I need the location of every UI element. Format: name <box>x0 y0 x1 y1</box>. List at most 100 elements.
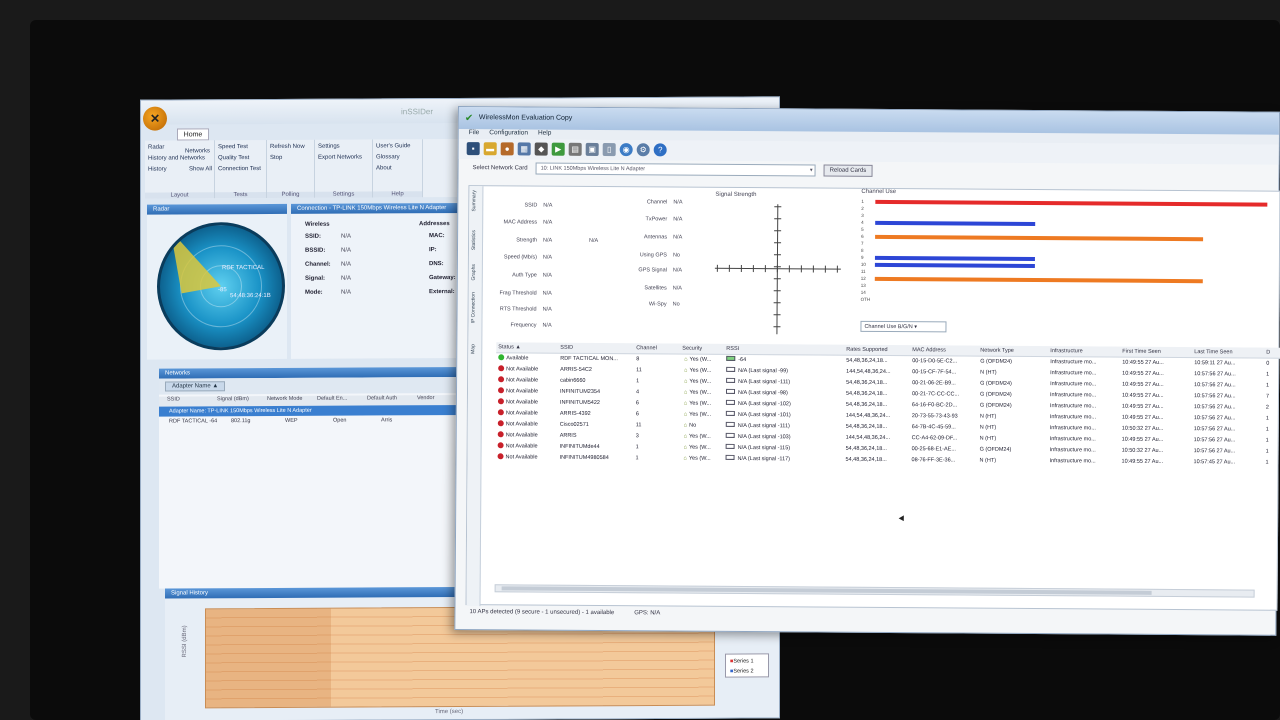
print-icon[interactable]: ▣ <box>585 142 599 156</box>
cell-rssi: N/A (Last signal -111) <box>724 421 844 433</box>
lock-icon: ⌂ <box>683 411 688 418</box>
ribbon-glossary[interactable]: Glossary <box>376 152 419 163</box>
network-icon[interactable]: ▦ <box>517 142 531 156</box>
cell-last-seen: 10:57:56 27 Au... <box>1192 435 1264 447</box>
cell-status-text: Not Available <box>506 377 539 384</box>
cell-extra-text: 1 <box>1266 382 1270 389</box>
cell-infrastructure: Infrastructure mo... <box>1048 434 1120 446</box>
col-rates[interactable]: Rates Supported <box>844 345 910 355</box>
history-legend: Series 1 Series 2 <box>725 653 769 678</box>
radar-ap-mac: 54:48:36:24:1B <box>230 292 271 300</box>
cell-network-type-text: G (OFDM24) <box>979 402 1012 409</box>
cell-channel: 3 <box>634 431 680 442</box>
wirelessmon-window: ✔ WirelessMon Evaluation Copy File Confi… <box>454 106 1280 636</box>
col-channel[interactable]: Channel <box>634 343 680 353</box>
col-mac[interactable]: MAC Address <box>910 345 978 355</box>
ribbon-show-all[interactable]: Show All <box>189 164 212 175</box>
cell-first-seen-text: 10:49:55 27 Au... <box>1122 359 1164 366</box>
menu-configuration[interactable]: Configuration <box>489 129 528 139</box>
ribbon-networks[interactable]: Networks <box>185 146 210 157</box>
col-signal[interactable]: Signal (dBm) <box>209 396 259 406</box>
copy-icon[interactable]: ▯ <box>602 143 616 157</box>
network-card-dropdown[interactable]: 10: LINK 150Mbps Wireless Lite N Adapter <box>535 162 816 177</box>
col-network-type[interactable]: Network Type <box>978 346 1048 356</box>
help-icon[interactable]: ? <box>653 143 667 157</box>
col-infrastructure[interactable]: Infrastructure <box>1048 346 1120 357</box>
cell-network-type: G (OFDM24) <box>978 357 1048 368</box>
ribbon-connection-test[interactable]: Connection Test <box>218 164 263 175</box>
ribbon-settings[interactable]: Settings <box>318 141 369 152</box>
cell-first-seen: 10:50:32 27 Au... <box>1120 424 1192 436</box>
cell-rssi: -64 <box>724 355 844 367</box>
col-network-mode[interactable]: Network Mode <box>259 396 309 406</box>
cell-rssi: N/A (Last signal -115) <box>724 443 844 455</box>
channel-number-label: 2 <box>861 205 864 211</box>
cell-mac-text: 08-76-FF-3E-36... <box>911 457 956 464</box>
ribbon-about[interactable]: About <box>376 163 419 174</box>
cell-network-type-text: G (OFDM24) <box>979 391 1012 398</box>
col-last-seen[interactable]: Last Time Seen <box>1192 347 1264 358</box>
summary-key: Wi-Spy <box>648 301 667 308</box>
summary-value: N/A <box>673 234 683 241</box>
cell-security-text: Yes (W... <box>688 455 711 462</box>
menu-help[interactable]: Help <box>538 130 551 140</box>
cell-first-seen-text: 10:49:55 27 Au... <box>1122 370 1164 377</box>
col-default-auth[interactable]: Default Auth <box>359 395 409 405</box>
table-row[interactable]: RDF TACTICAL -64 802.11g WEP Open Arris <box>159 415 471 427</box>
summary-value: N/A <box>672 267 683 274</box>
tools-icon[interactable]: ◆ <box>534 142 548 156</box>
app-orb-icon[interactable]: ✕ <box>143 106 167 131</box>
tab-map[interactable]: Map <box>470 344 480 354</box>
ribbon-refresh-now[interactable]: Refresh Now <box>270 142 311 153</box>
cell-last-seen-text: 10:57:56 27 Au... <box>1193 404 1236 411</box>
col-ssid[interactable]: SSID <box>558 343 634 354</box>
ribbon-stop[interactable]: Stop <box>270 153 311 164</box>
channel-use-dropdown[interactable]: Channel Use B/G/N ▾ <box>860 320 947 333</box>
ribbon-users-guide[interactable]: User's Guide <box>376 141 419 152</box>
settings-icon[interactable]: ⚙ <box>636 143 650 157</box>
play-icon[interactable]: ▶ <box>551 142 565 156</box>
cell-channel: 11 <box>634 420 680 431</box>
cell-rates: 54,48,36,24,18... <box>844 444 910 455</box>
cell-status: Not Available <box>496 452 558 463</box>
col-security[interactable]: Security <box>680 344 724 354</box>
save-icon[interactable]: ▪ <box>466 142 480 156</box>
cell-mac: 00-15-CF-7F-54... <box>910 367 978 378</box>
ribbon-speed-test[interactable]: Speed Test <box>218 142 263 153</box>
menu-file[interactable]: File <box>469 129 480 139</box>
reload-cards-button[interactable]: Reload Cards <box>823 164 873 177</box>
col-extra[interactable]: D <box>1264 348 1280 358</box>
ribbon-export-networks[interactable]: Export Networks <box>318 152 369 163</box>
col-default-enc[interactable]: Default En... <box>309 396 359 406</box>
cell-status-text: Not Available <box>505 454 538 461</box>
cell-extra-text: 1 <box>1265 426 1269 433</box>
cell-security-text: Yes (W... <box>689 433 711 440</box>
record-icon[interactable]: ● <box>500 142 514 156</box>
col-rssi[interactable]: RSSI <box>724 344 844 355</box>
col-ssid[interactable]: SSID <box>159 396 209 406</box>
tab-summary[interactable]: Summary <box>471 190 481 211</box>
col-first-seen[interactable]: First Time Seen <box>1120 347 1192 358</box>
adapter-name-sort-button[interactable]: Adapter Name ▲ <box>165 381 226 392</box>
cell-ssid: ARRIS <box>558 431 634 443</box>
col-vendor[interactable]: Vendor <box>409 395 459 405</box>
horizontal-scrollbar[interactable] <box>494 584 1255 598</box>
cell-last-seen-text: 10:57:45 27 Au... <box>1193 459 1236 466</box>
cell-rssi: N/A (Last signal -111) <box>724 377 844 389</box>
signal-meter-icon <box>726 355 736 361</box>
cell-ssid: ARRIS-54C2 <box>558 365 634 377</box>
conn-value: N/A <box>341 261 352 268</box>
globe-icon[interactable]: ◉ <box>619 143 633 157</box>
addresses-header: Addresses <box>419 221 450 228</box>
cell-status: Not Available <box>496 430 558 441</box>
tab-home[interactable]: Home <box>177 128 209 141</box>
ribbon-quality-test[interactable]: Quality Test <box>218 153 263 164</box>
col-status[interactable]: Status ▲ <box>496 342 558 352</box>
scrollbar-thumb[interactable] <box>501 586 1152 595</box>
cell-security-text: No <box>689 422 697 429</box>
open-folder-icon[interactable]: ▬ <box>483 142 497 156</box>
cell-rates-text: 144,54,48,36,24... <box>845 412 891 420</box>
cell-rssi: N/A (Last signal -101) <box>724 410 844 422</box>
channel-number-label: 4 <box>861 219 864 225</box>
export-icon[interactable]: ▤ <box>568 142 582 156</box>
